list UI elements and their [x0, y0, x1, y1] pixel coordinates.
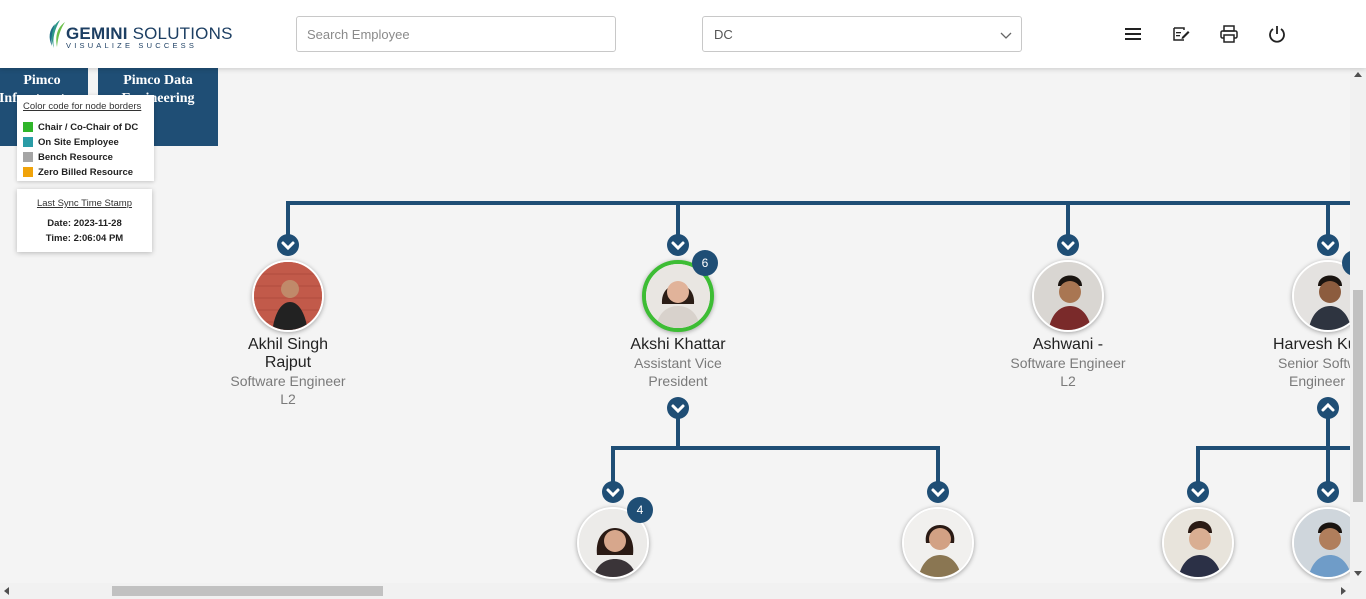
- employee-node[interactable]: Akshi Khattar Assistant Vice President: [608, 336, 748, 390]
- person-photo-icon: [1294, 262, 1350, 330]
- dc-select-value: DC: [714, 27, 733, 42]
- sync-date: Date: 2023-11-28: [47, 218, 122, 229]
- search-employee-input[interactable]: [296, 16, 616, 52]
- legend-title: Color code for node borders: [23, 101, 142, 112]
- chevron-down-icon: [1321, 488, 1335, 498]
- expand-toggle[interactable]: [1317, 234, 1339, 256]
- chevron-down-icon: [1191, 488, 1205, 498]
- person-photo-icon: [1294, 509, 1350, 577]
- org-chart-canvas[interactable]: Pimco Infrastructure Pimco Data Engineer…: [0, 68, 1350, 583]
- employee-name: Rajput: [264, 354, 312, 371]
- legend-label: Bench Resource: [38, 151, 113, 163]
- legend-swatch: [23, 152, 33, 162]
- employee-node[interactable]: Harvesh Ku Senior Softw Engineer: [1273, 336, 1350, 390]
- employee-name: Ashwani -: [1032, 336, 1104, 353]
- employee-role: Engineer: [1289, 373, 1346, 389]
- direct-reports-badge[interactable]: 4: [627, 497, 653, 523]
- sync-time: Time: 2:06:04 PM: [45, 233, 124, 244]
- dc-select[interactable]: DC: [702, 16, 1022, 52]
- employee-role: President: [648, 373, 708, 389]
- employee-level: L2: [280, 391, 296, 407]
- employee-level: L2: [1060, 373, 1076, 389]
- collapse-children-toggle[interactable]: [667, 397, 689, 419]
- expand-toggle[interactable]: [277, 234, 299, 256]
- legend-swatch: [23, 137, 33, 147]
- employee-node[interactable]: Akhil Singh Rajput Software Engineer L2: [218, 336, 358, 408]
- logo-tagline: VISUALIZE SUCCESS: [66, 41, 198, 50]
- app-header: GEMINI SOLUTIONS VISUALIZE SUCCESS DC: [0, 0, 1366, 68]
- chevron-down-icon: [606, 488, 620, 498]
- legend-label: Zero Billed Resource: [38, 166, 134, 178]
- scroll-up-arrow-icon[interactable]: [1354, 72, 1362, 77]
- expand-toggle[interactable]: [927, 481, 949, 503]
- employee-role: Software Engineer: [230, 373, 346, 389]
- chevron-down-icon: [671, 404, 685, 414]
- scroll-down-arrow-icon[interactable]: [1354, 571, 1362, 576]
- employee-avatar[interactable]: [1032, 260, 1104, 332]
- scroll-right-arrow-icon[interactable]: [1341, 587, 1346, 595]
- horizontal-scroll-thumb[interactable]: [112, 586, 383, 596]
- employee-avatar[interactable]: [902, 507, 974, 579]
- chevron-down-icon: [1061, 241, 1075, 251]
- edit-note-icon[interactable]: [1171, 24, 1191, 44]
- legend-item: Zero Billed Resource: [23, 166, 133, 178]
- collapse-children-toggle[interactable]: [1317, 397, 1339, 419]
- legend-label: On Site Employee: [38, 136, 119, 148]
- chevron-down-icon: [1321, 241, 1335, 251]
- chevron-down-icon: [671, 241, 685, 251]
- horizontal-scrollbar[interactable]: [0, 583, 1366, 599]
- print-icon[interactable]: [1219, 24, 1239, 44]
- employee-name: Akshi Khattar: [630, 336, 726, 353]
- direct-reports-badge[interactable]: 6: [692, 250, 718, 276]
- chevron-down-icon: [1000, 32, 1012, 39]
- legend-label: Chair / Co-Chair of DC: [38, 121, 139, 133]
- chevron-up-icon: [1321, 402, 1335, 412]
- border-color-legend: Color code for node borders Chair / Co-C…: [17, 95, 154, 181]
- vertical-scrollbar[interactable]: [1350, 68, 1366, 583]
- employee-name: Akhil Singh: [247, 336, 329, 353]
- last-sync-panel: Last Sync Time Stamp Date: 2023-11-28 Ti…: [17, 189, 152, 252]
- scroll-left-arrow-icon[interactable]: [4, 587, 9, 595]
- vertical-scroll-thumb[interactable]: [1353, 290, 1363, 502]
- power-icon[interactable]: [1267, 24, 1287, 44]
- expand-toggle[interactable]: [602, 481, 624, 503]
- expand-toggle[interactable]: [1057, 234, 1079, 256]
- expand-toggle[interactable]: [667, 234, 689, 256]
- chevron-down-icon: [931, 488, 945, 498]
- employee-avatar[interactable]: [1162, 507, 1234, 579]
- employee-name: Harvesh Ku: [1273, 336, 1350, 353]
- leaf-logo-icon: [49, 20, 65, 48]
- employee-role: Senior Softw: [1278, 355, 1350, 371]
- employee-role: Software Engineer: [1010, 355, 1126, 371]
- employee-avatar[interactable]: [252, 260, 324, 332]
- chevron-down-icon: [281, 241, 295, 251]
- legend-item: Chair / Co-Chair of DC: [23, 121, 138, 133]
- legend-swatch: [23, 167, 33, 177]
- legend-swatch: [23, 122, 33, 132]
- sync-title: Last Sync Time Stamp: [36, 198, 133, 209]
- menu-icon[interactable]: [1123, 24, 1143, 44]
- legend-item: Bench Resource: [23, 151, 113, 163]
- employee-role: Assistant Vice: [634, 355, 722, 371]
- gemini-logo[interactable]: GEMINI SOLUTIONS VISUALIZE SUCCESS: [46, 18, 232, 52]
- expand-toggle[interactable]: [1317, 481, 1339, 503]
- employee-node[interactable]: Ashwani - Software Engineer L2: [998, 336, 1138, 390]
- legend-item: On Site Employee: [23, 136, 119, 148]
- expand-toggle[interactable]: [1187, 481, 1209, 503]
